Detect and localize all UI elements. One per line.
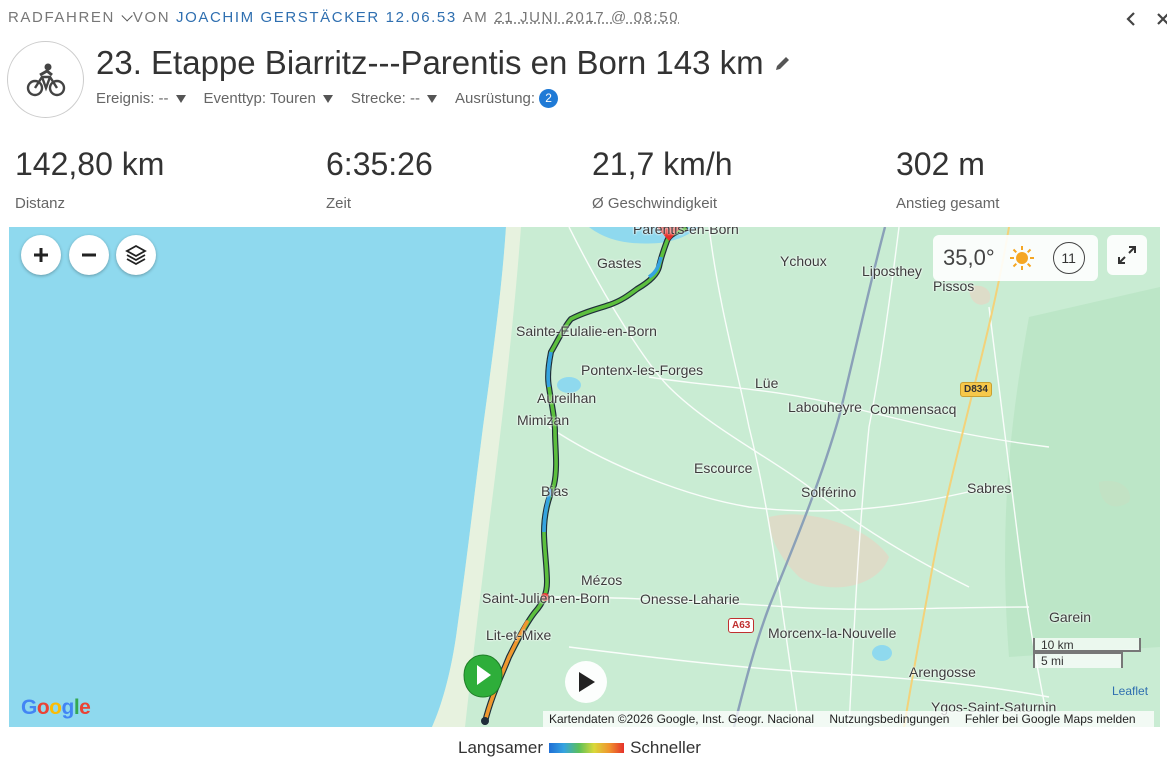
scale-mi: 5 mi: [1033, 652, 1123, 668]
map-place-label: Sabres: [967, 480, 1012, 496]
map-place-label: Saint-Julien-en-Born: [482, 590, 610, 606]
map-place-label: Garein: [1049, 609, 1092, 625]
author-link[interactable]: JOACHIM GERSTÄCKER: [176, 9, 380, 26]
map-place-label: Aureilhan: [537, 390, 597, 406]
plus-icon: [34, 248, 48, 262]
layers-button[interactable]: [116, 235, 156, 275]
von-label: VON: [132, 9, 171, 26]
stat-label: Anstieg gesamt: [896, 195, 1000, 212]
speed-legend: Langsamer Schneller: [458, 738, 701, 758]
sun-icon: [1009, 246, 1034, 270]
speed-gradient-bar: [549, 743, 625, 753]
map-place-label: Escource: [694, 460, 753, 476]
stat-label: Ø Geschwindigkeit: [592, 195, 718, 212]
zoom-out-button[interactable]: [69, 235, 109, 275]
map-place-label: Solférino: [801, 484, 857, 500]
report-error-link[interactable]: Fehler bei Google Maps melden: [965, 712, 1136, 726]
map-place-label: Lüe: [755, 375, 779, 391]
map-scale: 10 km 5 mi: [1033, 638, 1141, 668]
route-map[interactable]: Parentis-en-Born Gastes Ychoux Liposthey…: [9, 227, 1160, 727]
am-label: AM: [462, 9, 489, 26]
close-icon[interactable]: [1156, 10, 1167, 28]
time-link[interactable]: 12.06.53: [386, 9, 457, 26]
stat-value: 21,7 km/h: [592, 146, 733, 182]
stat-time: 6:35:26 Zeit: [326, 146, 433, 212]
minus-icon: [82, 253, 96, 257]
course-label: Strecke: --: [350, 90, 421, 107]
map-place-label: Labouheyre: [788, 399, 862, 415]
stat-avg-speed: 21,7 km/h Ø Geschwindigkeit: [592, 146, 733, 212]
temperature: 35,0°: [943, 245, 995, 270]
triangle-down-icon: [427, 94, 438, 103]
map-place-label: Onesse-Laharie: [640, 591, 740, 607]
gear-count-badge[interactable]: 2: [539, 89, 559, 108]
activity-title: 23. Etappe Biarritz---Parentis en Born 1…: [96, 44, 792, 82]
activity-meta: Ereignis: -- Eventtyp: Touren Strecke: -…: [96, 89, 576, 108]
google-logo[interactable]: Google: [21, 696, 91, 720]
chevron-down-icon[interactable]: [121, 9, 133, 22]
sport-type[interactable]: RADFAHREN: [8, 9, 115, 26]
map-place-label: Commensacq: [870, 401, 957, 417]
map-place-label: Sainte-Eulalie-en-Born: [516, 323, 657, 339]
map-place-label: Mézos: [581, 572, 623, 588]
stat-label: Distanz: [15, 195, 66, 212]
legend-faster: Schneller: [630, 738, 701, 757]
map-attribution: Kartendaten ©2026 Google, Inst. Geogr. N…: [543, 711, 1154, 727]
date-text: 21 JUNI 2017 @ 08:50: [494, 9, 680, 26]
map-place-label: Liposthey: [862, 263, 922, 279]
map-canvas[interactable]: [9, 227, 1160, 727]
stat-value: 6:35:26: [326, 146, 433, 182]
course-dropdown[interactable]: Strecke: --: [350, 90, 438, 107]
map-place-label: Ychoux: [780, 253, 827, 269]
bicycle-icon: [26, 63, 65, 96]
zoom-in-button[interactable]: [21, 235, 61, 275]
event-dropdown[interactable]: Ereignis: --: [96, 90, 186, 107]
road-shield-d834: D834: [960, 382, 992, 397]
fullscreen-button[interactable]: [1107, 235, 1147, 275]
leaflet-link[interactable]: Leaflet: [1112, 684, 1148, 698]
eventtype-label: Eventtyp: Touren: [203, 90, 316, 107]
pencil-icon[interactable]: [774, 54, 792, 72]
map-place-label: Mimizan: [517, 412, 570, 428]
gear-label: Ausrüstung:: [455, 90, 536, 107]
layers-icon: [125, 244, 147, 266]
wind-speed: 11: [1052, 242, 1085, 274]
title-text: 23. Etappe Biarritz---Parentis en Born 1…: [96, 44, 764, 81]
map-place-label: Pontenx-les-Forges: [581, 362, 704, 378]
scale-km: 10 km: [1033, 638, 1141, 652]
map-place-label: Bias: [541, 483, 569, 499]
map-data-credit: Kartendaten ©2026 Google, Inst. Geogr. N…: [549, 712, 815, 726]
activity-type-icon: [7, 41, 84, 118]
map-place-label: Gastes: [597, 255, 642, 271]
stat-value: 142,80 km: [15, 146, 165, 182]
gear-selector[interactable]: Ausrüstung: 2: [455, 89, 559, 108]
stat-distance: 142,80 km Distanz: [15, 146, 164, 212]
chevron-left-icon[interactable]: [1124, 12, 1138, 26]
activity-breadcrumb: RADFAHREN VON JOACHIM GERSTÄCKER 12.06.5…: [8, 9, 679, 26]
map-place-label: Arengosse: [909, 664, 976, 680]
eventtype-dropdown[interactable]: Eventtyp: Touren: [204, 90, 333, 107]
stat-value: 302 m: [896, 146, 985, 182]
terms-link[interactable]: Nutzungsbedingungen: [829, 712, 949, 726]
map-place-label: Parentis-en-Born: [633, 227, 739, 237]
legend-slower: Langsamer: [458, 738, 544, 757]
stat-label: Zeit: [326, 195, 352, 212]
weather-widget[interactable]: 35,0° 11: [933, 235, 1098, 281]
event-label: Ereignis: --: [96, 90, 169, 107]
stat-elevation: 302 m Anstieg gesamt: [896, 146, 999, 212]
expand-icon: [1118, 246, 1136, 264]
road-shield-a63: A63: [728, 618, 755, 633]
map-place-label: Lit-et-Mixe: [486, 627, 552, 643]
triangle-down-icon: [322, 94, 333, 103]
triangle-down-icon: [175, 94, 186, 103]
map-place-label: Morcenx-la-Nouvelle: [768, 625, 897, 641]
